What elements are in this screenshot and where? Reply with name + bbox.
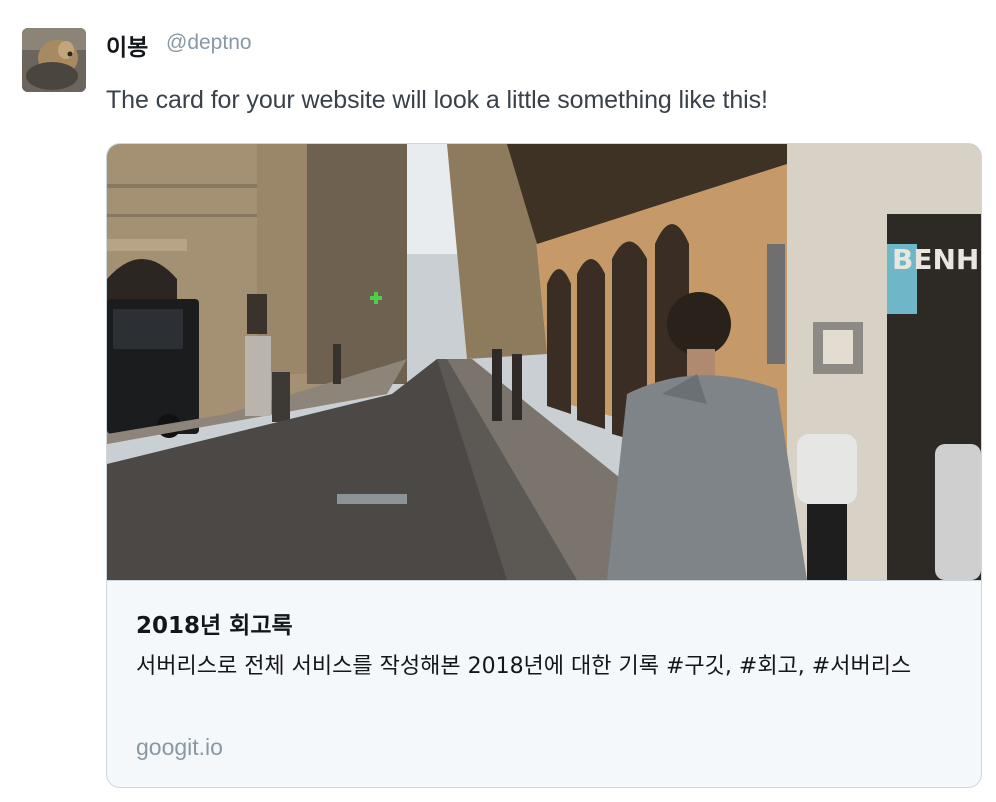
link-card[interactable]: BENH 2018년 회고록 서버리스로 전체 서비스를 작성해본 2018년에… [106, 143, 982, 788]
card-description: 서버리스로 전체 서비스를 작성해본 2018년에 대한 기록 #구깃, #회고… [136, 654, 912, 679]
card-divider [107, 580, 981, 581]
username-handle[interactable]: @deptno [166, 31, 252, 55]
shop-sign-text: BENH [892, 243, 979, 276]
card-domain[interactable]: googit.io [136, 734, 223, 761]
card-image[interactable]: BENH [107, 144, 981, 580]
display-name[interactable]: 이봉 [106, 28, 148, 62]
avatar-image [22, 28, 86, 92]
card-title[interactable]: 2018년 회고록 [136, 606, 293, 640]
avatar[interactable] [22, 28, 86, 92]
street-photo: BENH [107, 144, 981, 580]
tweet-text: The card for your website will look a li… [106, 86, 768, 114]
